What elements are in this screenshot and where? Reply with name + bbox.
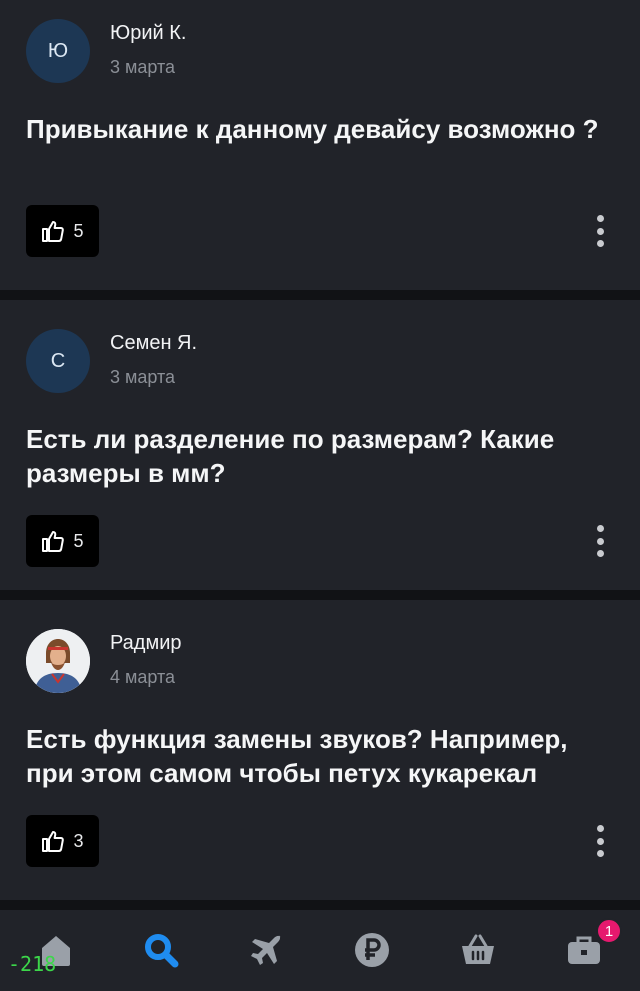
user-photo-icon [26, 629, 90, 693]
dot-icon [596, 850, 604, 857]
debug-overlay-text: -218 [8, 952, 57, 976]
like-count: 3 [73, 830, 84, 851]
dot-icon [596, 525, 604, 532]
avatar[interactable]: С [26, 329, 90, 393]
dot-icon [596, 227, 604, 235]
thumbs-up-icon [42, 531, 65, 552]
notification-badge: 1 [596, 918, 622, 944]
thumbs-up-icon [42, 221, 65, 242]
search-icon [145, 934, 179, 968]
nav-payments[interactable] [350, 928, 394, 972]
question-text: Есть ли разделение по размерам? Какие ра… [26, 424, 555, 488]
dot-icon [596, 825, 604, 832]
more-options-button[interactable] [588, 823, 612, 859]
ruble-icon [355, 933, 389, 967]
thumbs-up-icon [42, 831, 65, 852]
like-count: 5 [73, 220, 84, 241]
post-date: 4 марта [110, 667, 176, 687]
author-name[interactable]: Юрий К. [110, 22, 186, 45]
question-text: Привыкание к данному девайсу возможно ? [26, 114, 599, 144]
author-name[interactable]: Семен Я. [110, 332, 197, 355]
avatar[interactable]: Ю [26, 19, 90, 83]
dot-icon [596, 537, 604, 545]
like-button[interactable]: 5 [26, 205, 99, 257]
avatar-initial: Ю [47, 39, 69, 62]
dot-icon [596, 215, 604, 222]
question-text: Есть функция замены звуков? Например, пр… [26, 724, 568, 788]
question-card: С Семен Я. 3 марта Есть ли разделение по… [0, 300, 640, 590]
like-button[interactable]: 5 [26, 515, 99, 567]
nav-travel[interactable] [244, 928, 288, 972]
question-card: Ю Юрий К. 3 марта Привыкание к данному д… [0, 0, 640, 290]
like-button[interactable]: 3 [26, 815, 99, 867]
post-date: 3 марта [110, 57, 176, 77]
plane-icon [251, 935, 281, 965]
dot-icon [596, 240, 604, 247]
question-card: Радмир 4 марта Есть функция замены звуко… [0, 600, 640, 900]
avatar-photo[interactable] [26, 629, 90, 693]
author-name[interactable]: Радмир [110, 632, 182, 655]
more-options-button[interactable] [588, 523, 612, 559]
more-options-button[interactable] [588, 213, 612, 249]
questions-feed: Ю Юрий К. 3 марта Привыкание к данному д… [0, 0, 640, 900]
dot-icon [596, 550, 604, 557]
nav-basket[interactable] [456, 928, 500, 972]
nav-search[interactable] [139, 928, 183, 972]
basket-icon [462, 934, 494, 964]
dot-icon [596, 837, 604, 845]
like-count: 5 [73, 530, 84, 551]
bottom-navigation: 1 [0, 910, 640, 991]
post-date: 3 марта [110, 367, 176, 387]
avatar-initial: С [50, 349, 66, 372]
